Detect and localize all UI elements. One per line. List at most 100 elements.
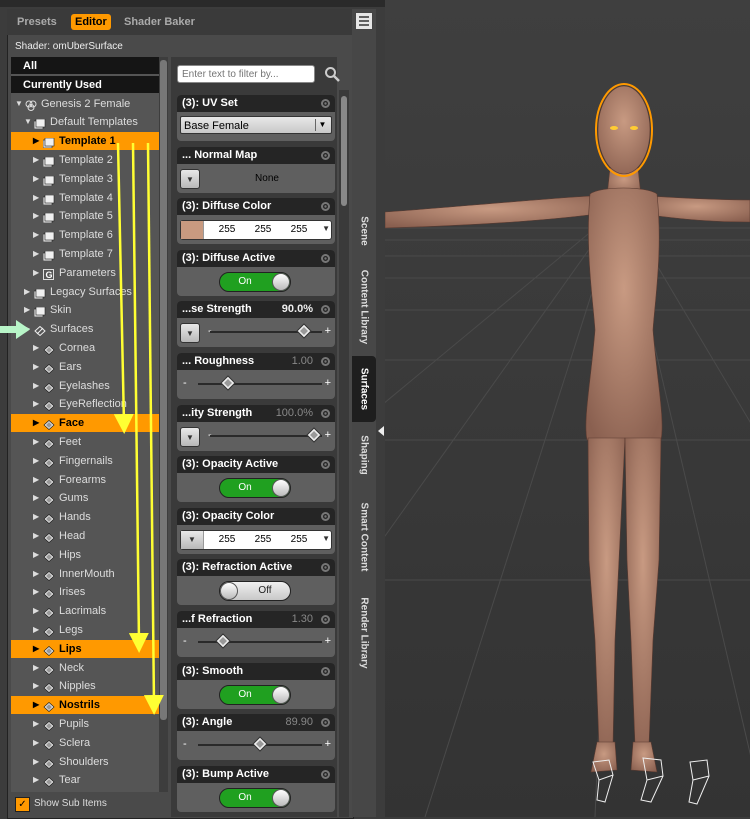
gear-icon[interactable] bbox=[320, 769, 331, 780]
expand-right-icon[interactable]: ▶ bbox=[33, 132, 39, 150]
value-slider[interactable]: - + bbox=[180, 736, 332, 754]
search-icon[interactable] bbox=[324, 66, 340, 82]
expand-right-icon[interactable]: ▶ bbox=[33, 546, 39, 564]
slider-thumb[interactable] bbox=[306, 426, 322, 443]
toggle-switch[interactable]: On bbox=[219, 478, 291, 499]
tree-item[interactable]: ▶ Template 2 bbox=[11, 151, 159, 169]
slider-thumb[interactable] bbox=[252, 736, 268, 752]
tree-scrollbar-thumb[interactable] bbox=[160, 60, 167, 720]
properties-scrollbar-thumb[interactable] bbox=[341, 96, 347, 206]
toggle-knob[interactable] bbox=[272, 788, 290, 807]
toggle-switch[interactable]: On bbox=[219, 271, 291, 292]
gear-icon[interactable] bbox=[320, 511, 331, 522]
expand-right-icon[interactable]: ▶ bbox=[33, 377, 39, 395]
expand-right-icon[interactable]: ▶ bbox=[33, 433, 39, 451]
expand-right-icon[interactable]: ▶ bbox=[33, 640, 39, 658]
color-swatch-thumbnail[interactable] bbox=[181, 221, 204, 240]
gear-icon[interactable] bbox=[320, 98, 331, 109]
gear-icon[interactable] bbox=[320, 201, 331, 212]
expand-right-icon[interactable]: ▶ bbox=[33, 395, 39, 413]
color-channel-value[interactable]: 255 bbox=[281, 221, 317, 239]
tree-item[interactable]: ▶ Ears bbox=[11, 358, 159, 376]
expand-right-icon[interactable]: ▶ bbox=[33, 583, 39, 601]
show-sub-items-checkbox[interactable]: ✓ bbox=[15, 797, 30, 812]
color-channel-value[interactable]: 255 bbox=[209, 221, 245, 239]
expand-right-icon[interactable]: ▶ bbox=[33, 696, 39, 714]
chevron-down-icon[interactable]: ▼ bbox=[322, 224, 330, 233]
toggle-knob[interactable] bbox=[220, 582, 238, 601]
tree-item[interactable]: ▶ Template 7 bbox=[11, 245, 159, 263]
gear-icon[interactable] bbox=[320, 304, 331, 315]
tree-item[interactable]: ▶ Cornea bbox=[11, 339, 159, 357]
tree-item[interactable]: ▶ InnerMouth bbox=[11, 565, 159, 583]
tree-item[interactable]: Currently Used bbox=[11, 76, 159, 93]
expand-right-icon[interactable]: ▶ bbox=[33, 151, 39, 169]
color-channel-value[interactable]: 255 bbox=[245, 221, 281, 239]
map-menu-button[interactable]: ▼ bbox=[181, 530, 204, 549]
expand-right-icon[interactable]: ▶ bbox=[33, 489, 39, 507]
tree-item[interactable]: ▶ Template 1 bbox=[11, 132, 159, 151]
expand-right-icon[interactable]: ▶ bbox=[24, 320, 30, 338]
tree-item[interactable]: All bbox=[11, 57, 159, 74]
value-slider[interactable]: ▼-+ bbox=[180, 426, 332, 447]
tree-item[interactable]: ▶ Nipples bbox=[11, 677, 159, 695]
slider-thumb[interactable] bbox=[296, 323, 313, 340]
expand-right-icon[interactable]: ▶ bbox=[33, 527, 39, 545]
side-tab-render-library[interactable]: Render Library bbox=[352, 588, 376, 678]
tree-item[interactable]: ▶ EyeReflection bbox=[11, 395, 159, 413]
chevron-down-icon[interactable]: ▼ bbox=[322, 534, 330, 543]
gear-icon[interactable] bbox=[320, 717, 331, 728]
toggle-knob[interactable] bbox=[272, 272, 290, 291]
tab-shader-baker[interactable]: Shader Baker bbox=[120, 14, 199, 30]
expand-right-icon[interactable]: ▶ bbox=[24, 301, 30, 319]
tab-editor[interactable]: Editor bbox=[71, 14, 111, 30]
tree-item[interactable]: ▶ Head bbox=[11, 527, 159, 545]
tree-item[interactable]: ▶ Sclera bbox=[11, 734, 159, 752]
gear-icon[interactable] bbox=[320, 666, 331, 677]
value-slider[interactable]: - + bbox=[180, 375, 332, 393]
tree-item[interactable]: ▶ Nostrils bbox=[11, 696, 159, 715]
panel-menu-icon[interactable] bbox=[355, 12, 373, 30]
slider-thumb[interactable] bbox=[215, 633, 231, 649]
filter-input[interactable] bbox=[177, 65, 315, 83]
gear-icon[interactable] bbox=[320, 562, 331, 573]
show-sub-items[interactable]: ✓ Show Sub Items bbox=[13, 796, 163, 814]
expand-right-icon[interactable]: ▶ bbox=[33, 659, 39, 677]
side-tab-shaping[interactable]: Shaping bbox=[352, 424, 376, 486]
tree-item[interactable]: ▶ G Parameters bbox=[11, 264, 159, 282]
expand-right-icon[interactable]: ▶ bbox=[33, 715, 39, 733]
plus-icon[interactable]: + bbox=[325, 325, 331, 337]
gear-icon[interactable] bbox=[320, 253, 331, 264]
expand-right-icon[interactable]: ▶ bbox=[33, 734, 39, 752]
expand-right-icon[interactable]: ▶ bbox=[33, 602, 39, 620]
tree-item[interactable]: ▶ Pupils bbox=[11, 715, 159, 733]
tree-item[interactable]: ▼ Genesis 2 Female bbox=[11, 95, 159, 113]
value-slider[interactable]: ▼-+ bbox=[180, 323, 332, 344]
tree-item[interactable]: ▶ Lips bbox=[11, 639, 159, 658]
gear-icon[interactable] bbox=[320, 459, 331, 470]
expand-down-icon[interactable]: ▼ bbox=[24, 113, 32, 131]
expand-right-icon[interactable]: ▶ bbox=[33, 226, 39, 244]
expand-right-icon[interactable]: ▶ bbox=[33, 621, 39, 639]
expand-right-icon[interactable]: ▶ bbox=[33, 414, 39, 432]
tree-item[interactable]: ▶ Eyelashes bbox=[11, 377, 159, 395]
side-tab-smart-content[interactable]: Smart Content bbox=[352, 488, 376, 586]
tree-item[interactable]: ▶ Legacy Surfaces bbox=[11, 283, 159, 301]
expand-right-icon[interactable]: ▶ bbox=[24, 283, 30, 301]
expand-right-icon[interactable]: ▶ bbox=[33, 452, 39, 470]
side-tab-surfaces[interactable]: Surfaces bbox=[352, 356, 376, 422]
tree-item[interactable]: ▶ Legs bbox=[11, 621, 159, 639]
side-tab-scene[interactable]: Scene bbox=[352, 200, 376, 262]
side-tab-content-library[interactable]: Content Library bbox=[352, 262, 376, 352]
tree-item[interactable]: ▶ Face bbox=[11, 414, 159, 433]
expand-right-icon[interactable]: ▶ bbox=[33, 339, 39, 357]
color-field[interactable]: ▼ 255 255 255 ▼ bbox=[180, 529, 332, 550]
expand-right-icon[interactable]: ▶ bbox=[33, 677, 39, 695]
color-channel-value[interactable]: 255 bbox=[209, 531, 245, 549]
plus-icon[interactable]: + bbox=[325, 738, 331, 750]
expand-right-icon[interactable]: ▶ bbox=[33, 189, 39, 207]
tree-item[interactable]: ▶ Skin bbox=[11, 301, 159, 319]
tree-item[interactable]: ▶ Hips bbox=[11, 546, 159, 564]
minus-icon[interactable]: - bbox=[183, 635, 187, 647]
expand-right-icon[interactable]: ▶ bbox=[33, 207, 39, 225]
